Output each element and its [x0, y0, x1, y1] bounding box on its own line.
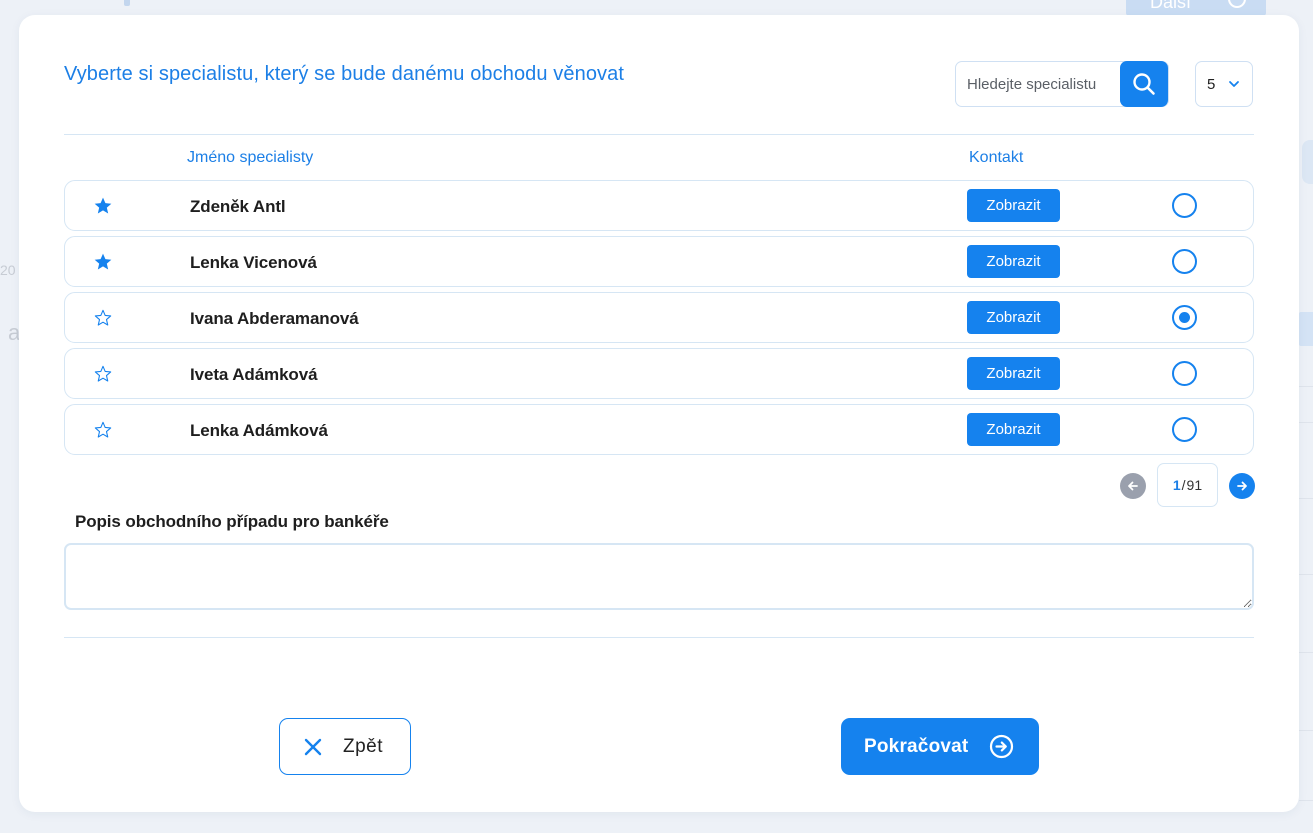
current-page: 1 [1172, 477, 1181, 493]
next-page-button[interactable] [1229, 473, 1255, 499]
specialist-name: Ivana Abderamanová [190, 309, 359, 328]
description-textarea[interactable] [64, 543, 1254, 610]
arrow-circle-right-icon [989, 734, 1014, 759]
arrow-left-icon [1128, 481, 1138, 491]
specialist-row[interactable]: Lenka Vicenová Zobrazit [64, 236, 1254, 287]
back-button-label: Zpět [343, 736, 384, 757]
page-size-select[interactable]: 5 [1195, 61, 1253, 107]
select-specialist-modal: Vyberte si specialistu, který se bude da… [19, 15, 1299, 812]
star-outline-icon[interactable] [93, 420, 113, 440]
background-divider [1299, 800, 1313, 801]
background-next-button: Další [1126, 0, 1266, 16]
previous-page-button[interactable] [1120, 473, 1146, 499]
background-left-fragment: 20 [0, 262, 16, 278]
arrow-right-icon [1237, 481, 1247, 491]
show-contact-button[interactable]: Zobrazit [967, 301, 1060, 334]
continue-button-label: Pokračovat [864, 736, 969, 757]
total-pages: 91 [1186, 477, 1203, 493]
specialist-row[interactable]: Zdeněk Antl Zobrazit [64, 180, 1254, 231]
select-radio[interactable] [1172, 361, 1197, 386]
select-radio[interactable] [1172, 249, 1197, 274]
chevron-down-icon [1229, 81, 1239, 87]
specialist-name: Iveta Adámková [190, 365, 318, 384]
background-divider [1299, 422, 1313, 423]
star-outline-icon[interactable] [93, 308, 113, 328]
page-size-value: 5 [1207, 75, 1216, 93]
show-contact-button[interactable]: Zobrazit [967, 245, 1060, 278]
header-divider [64, 134, 1254, 135]
background-divider [1299, 730, 1313, 731]
search-input[interactable] [957, 63, 1119, 105]
specialist-row[interactable]: Iveta Adámková Zobrazit [64, 348, 1254, 399]
column-header-name: Jméno specialisty [187, 149, 314, 166]
background-divider [1299, 386, 1313, 387]
select-radio[interactable] [1172, 417, 1197, 442]
show-contact-button[interactable]: Zobrazit [967, 189, 1060, 222]
modal-title: Vyberte si specialistu, který se bude da… [64, 63, 625, 85]
continue-button[interactable]: Pokračovat [841, 718, 1039, 775]
specialist-row[interactable]: Lenka Adámková Zobrazit [64, 404, 1254, 455]
select-radio[interactable] [1172, 193, 1197, 218]
select-radio-checked[interactable] [1172, 305, 1197, 330]
specialist-name: Zdeněk Antl [190, 197, 286, 216]
page-indicator[interactable]: 1 / 91 [1157, 463, 1218, 507]
specialist-row[interactable]: Ivana Abderamanová Zobrazit [64, 292, 1254, 343]
show-contact-button[interactable]: Zobrazit [967, 413, 1060, 446]
show-contact-button[interactable]: Zobrazit [967, 357, 1060, 390]
background-table-header [1299, 312, 1313, 346]
column-header-contact: Kontakt [969, 149, 1024, 166]
description-label: Popis obchodního případu pro bankéře [75, 512, 389, 531]
close-icon [304, 738, 322, 756]
specialist-name: Lenka Adámková [190, 421, 328, 440]
background-divider [1299, 498, 1313, 499]
background-divider [1299, 574, 1313, 575]
back-button[interactable]: Zpět [279, 718, 411, 775]
star-outline-icon[interactable] [93, 364, 113, 384]
background-side-tab [1302, 140, 1313, 184]
background-top-text [124, 0, 424, 8]
footer-divider [64, 637, 1254, 638]
star-filled-icon[interactable] [93, 252, 113, 272]
page-separator: / [1181, 477, 1186, 493]
background-divider [1299, 652, 1313, 653]
search-button[interactable] [1120, 61, 1168, 107]
star-filled-icon[interactable] [93, 196, 113, 216]
search-icon [1133, 73, 1155, 95]
specialist-name: Lenka Vicenová [190, 253, 317, 272]
